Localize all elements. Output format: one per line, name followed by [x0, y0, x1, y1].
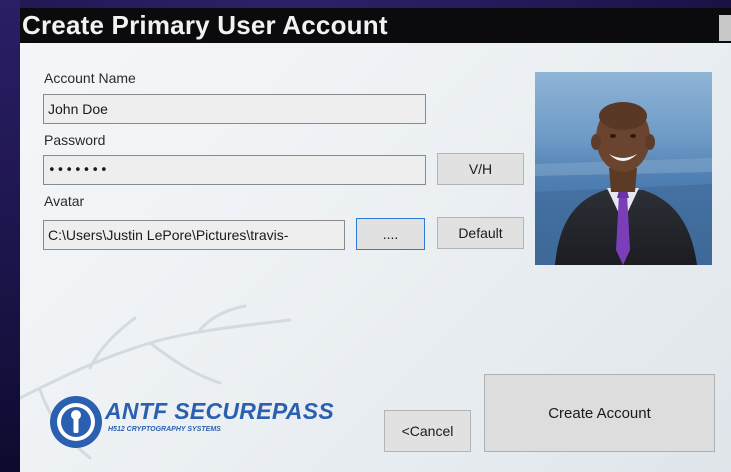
avatar-photo-image: [535, 72, 712, 265]
avatar-preview: [535, 72, 712, 265]
password-field[interactable]: [43, 155, 426, 185]
toggle-password-visibility-button[interactable]: V/H: [437, 153, 524, 185]
create-account-window: Create Primary User Account Account Name…: [20, 8, 731, 472]
browse-avatar-button[interactable]: ....: [356, 218, 425, 250]
create-account-button[interactable]: Create Account: [484, 374, 715, 452]
default-avatar-button[interactable]: Default: [437, 217, 524, 249]
account-name-field[interactable]: [43, 94, 426, 124]
avatar-label: Avatar: [44, 193, 85, 209]
cancel-button[interactable]: <Cancel: [384, 410, 471, 452]
title-bar-edge: [719, 15, 731, 41]
password-label: Password: [44, 132, 106, 148]
brand-tagline: H512 CRYPTOGRAPHY SYSTEMS: [108, 426, 221, 433]
keyhole-shield-icon: [50, 396, 102, 448]
account-name-label: Account Name: [44, 70, 136, 86]
title-bar[interactable]: Create Primary User Account: [20, 8, 731, 43]
desktop-background: [0, 0, 20, 472]
window-title: Create Primary User Account: [22, 10, 388, 40]
avatar-path-field[interactable]: [43, 220, 345, 250]
antf-securepass-logo: ANTF SECUREPASS H512 CRYPTOGRAPHY SYSTEM…: [48, 394, 378, 450]
brand-name: ANTF SECUREPASS: [105, 398, 334, 424]
